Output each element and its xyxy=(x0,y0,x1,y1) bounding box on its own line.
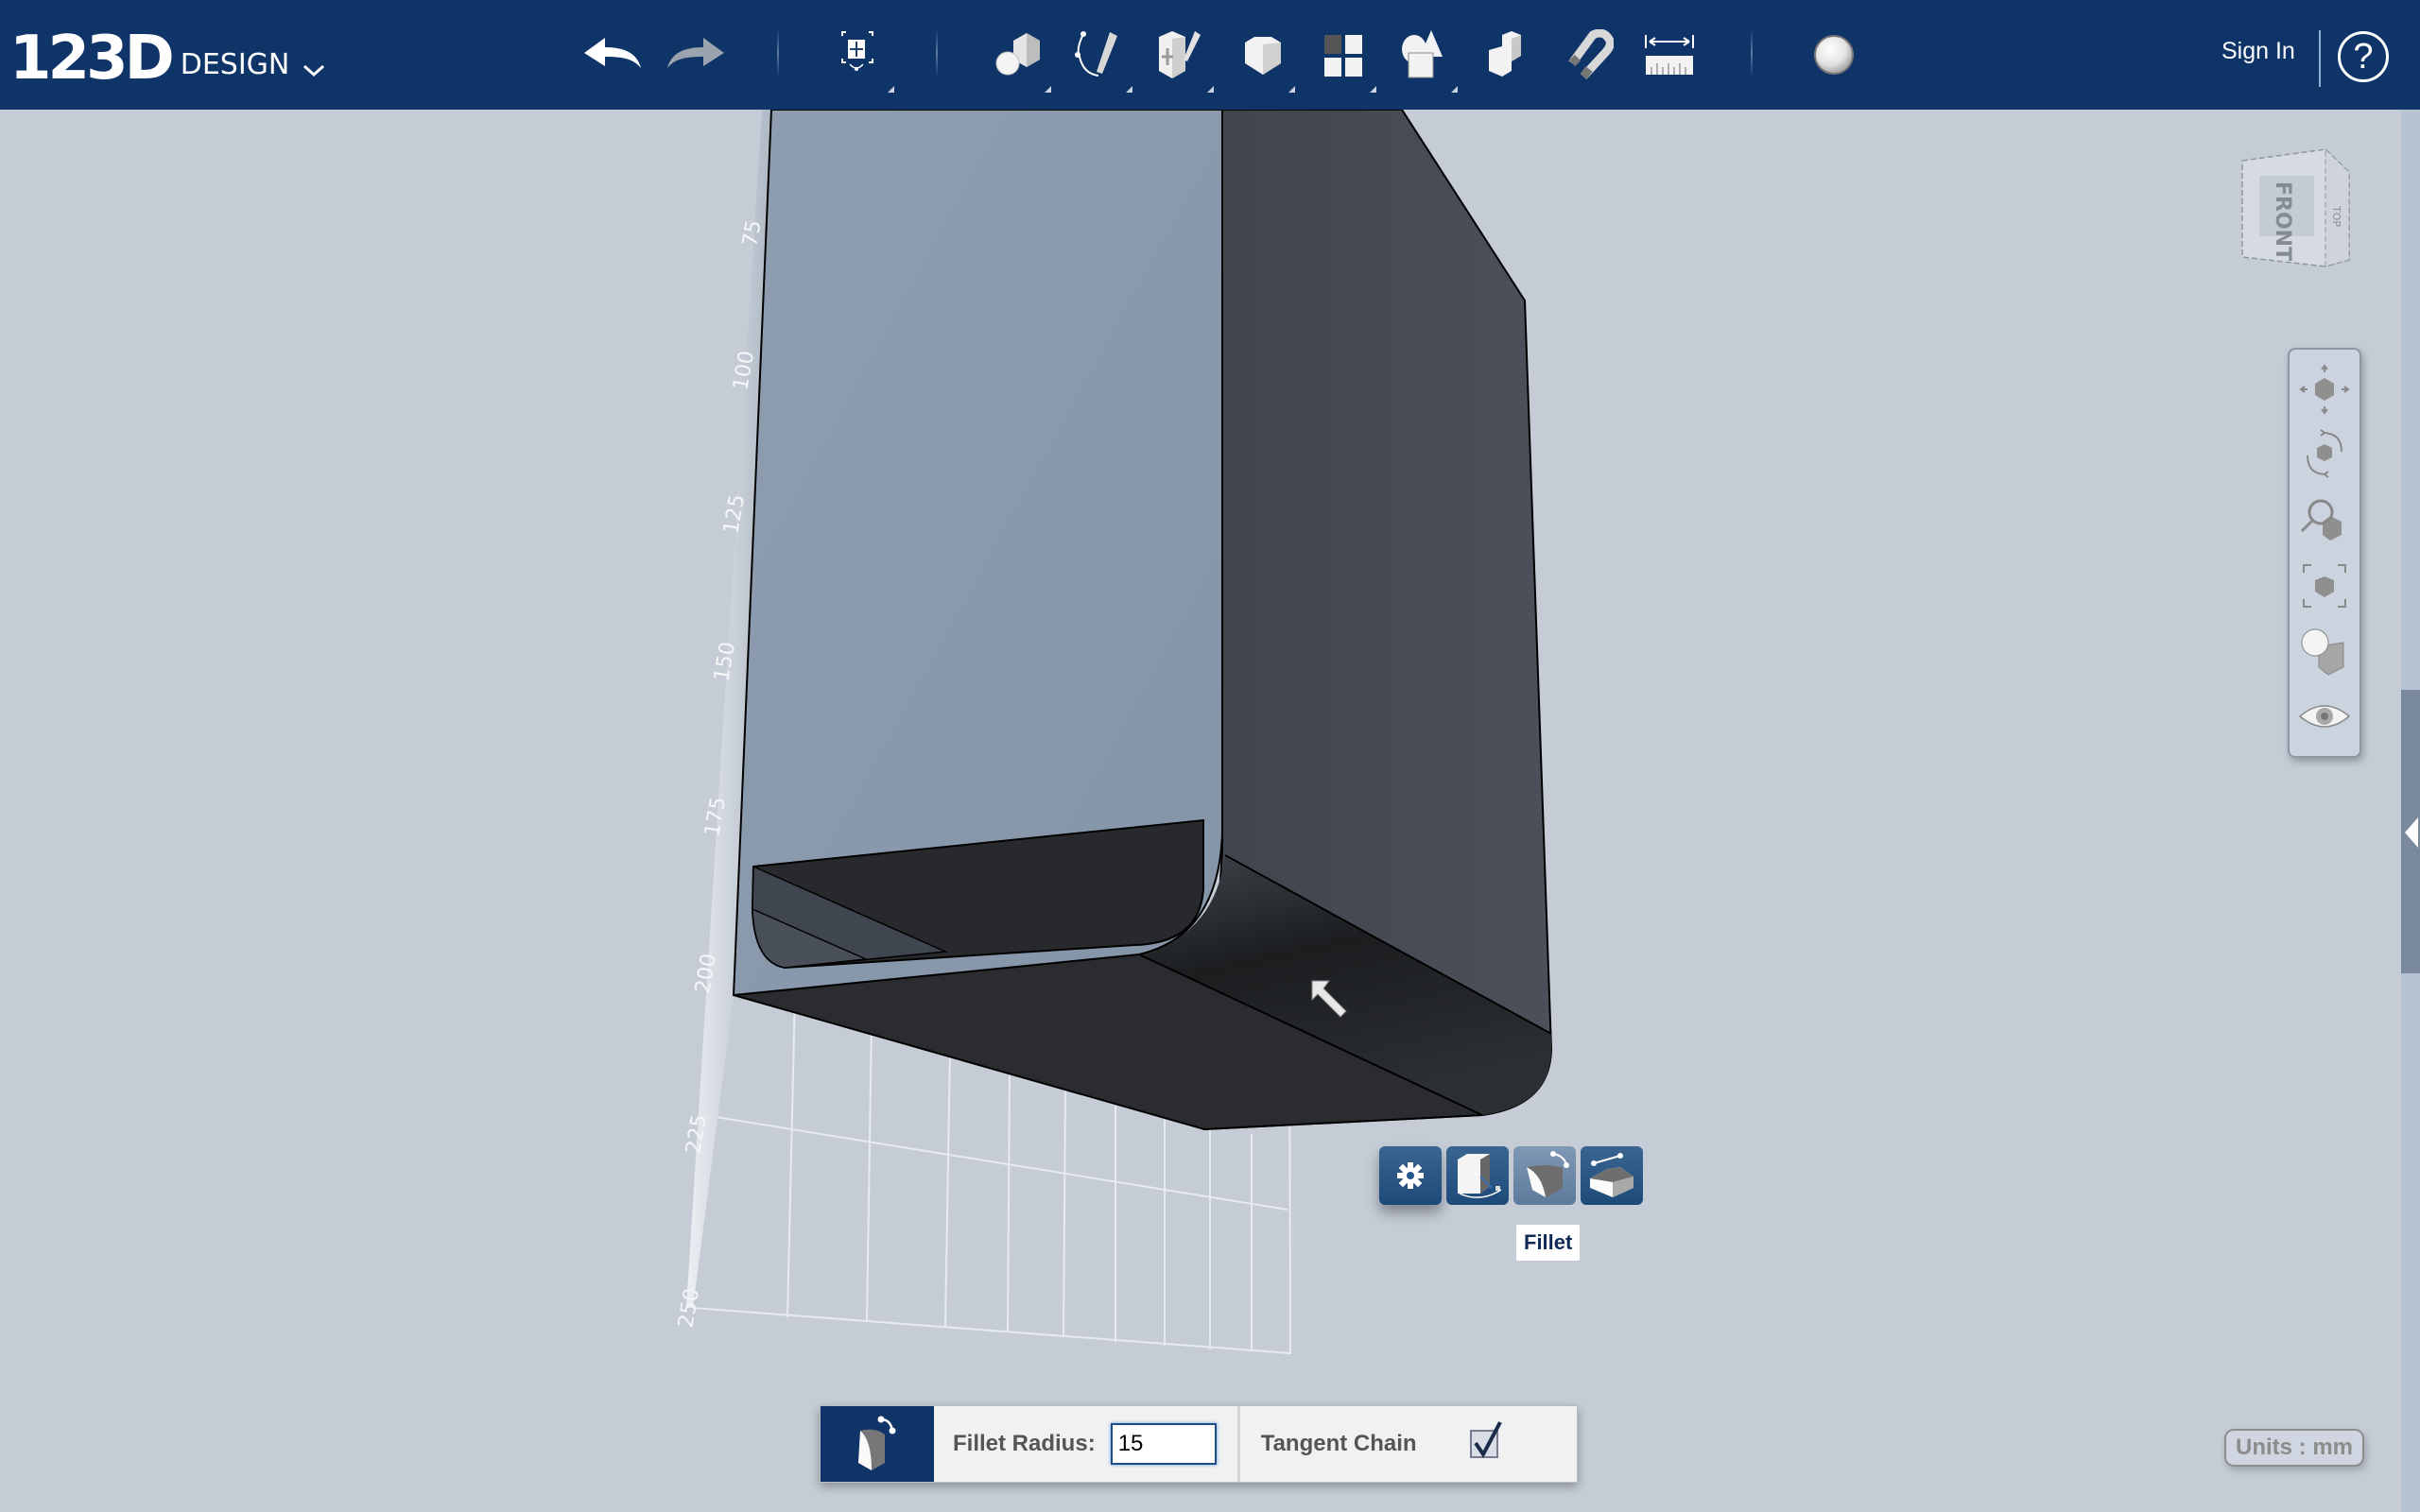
help-button[interactable]: ? xyxy=(2338,31,2389,82)
3d-viewport[interactable]: 75 100 125 150 175 200 225 250 xyxy=(0,110,2401,1512)
primitives-button[interactable] xyxy=(985,23,1053,93)
fit-button[interactable] xyxy=(2295,558,2354,614)
view-cube[interactable]: FRONT TOP xyxy=(2231,142,2363,274)
chamfer-icon xyxy=(1590,1153,1634,1197)
fillet-radius-input[interactable] xyxy=(1110,1423,1217,1465)
fillet-panel-icon-box xyxy=(821,1406,934,1482)
combine-button[interactable] xyxy=(1473,23,1541,87)
visibility-button[interactable] xyxy=(2295,688,2354,745)
redo-arrow-icon xyxy=(667,38,724,68)
chevron-down-icon xyxy=(303,64,325,77)
logo-word: DESIGN xyxy=(180,48,290,81)
construct-icon xyxy=(1159,31,1201,78)
context-toolbar xyxy=(1379,1146,1643,1205)
checkmark-icon xyxy=(1473,1421,1502,1458)
undo-arrow-icon xyxy=(584,38,641,68)
units-indicator[interactable]: Units : mm xyxy=(2224,1429,2365,1467)
view-cube-icon: FRONT TOP xyxy=(2241,147,2350,267)
panel-divider xyxy=(1236,1406,1240,1482)
pattern-icon xyxy=(1324,35,1362,77)
combine-icon xyxy=(1489,31,1521,77)
fillet-icon xyxy=(1527,1151,1569,1197)
fit-all-icon xyxy=(2303,564,2346,608)
orbit-button[interactable] xyxy=(2295,425,2354,482)
grouping-icon xyxy=(1402,30,1443,78)
fillet-options-panel: Fillet Radius: Tangent Chain xyxy=(820,1405,1578,1483)
modify-button[interactable] xyxy=(1229,23,1297,93)
orbit-icon xyxy=(2307,429,2342,478)
tangent-chain-label: Tangent Chain xyxy=(1260,1431,1417,1456)
pan-button[interactable] xyxy=(2295,361,2354,418)
tangent-chain-checkbox[interactable] xyxy=(1469,1421,1502,1458)
material-sphere-icon xyxy=(1814,35,1854,75)
modify-icon xyxy=(1245,37,1281,75)
sign-in-link[interactable]: Sign In xyxy=(2221,38,2295,65)
eye-icon xyxy=(2298,705,2351,728)
undo-button[interactable] xyxy=(579,23,647,87)
transform-icon xyxy=(841,31,873,71)
redo-button[interactable] xyxy=(662,23,730,87)
press-pull-button[interactable] xyxy=(1446,1146,1509,1205)
pan-icon xyxy=(2299,364,2350,415)
grouping-button[interactable] xyxy=(1392,23,1460,93)
visual-style-icon xyxy=(2301,628,2344,676)
ruler-label: 75 xyxy=(738,218,766,249)
gear-icon xyxy=(1397,1162,1424,1189)
view-cube-front-label[interactable]: FRONT xyxy=(2271,181,2294,261)
chamfer-button[interactable] xyxy=(1581,1146,1643,1205)
navigation-bar xyxy=(2288,348,2361,758)
header-divider xyxy=(2319,30,2321,87)
press-pull-icon xyxy=(1458,1154,1502,1198)
material-button[interactable] xyxy=(1800,23,1868,87)
toolbar-divider xyxy=(936,28,938,77)
measure-button[interactable] xyxy=(1635,23,1703,87)
zoom-magnifier-icon xyxy=(2300,499,2342,541)
fillet-icon xyxy=(858,1416,896,1470)
zoom-button[interactable] xyxy=(2295,491,2354,548)
fillet-radius-label: Fillet Radius: xyxy=(953,1431,1096,1456)
transform-button[interactable] xyxy=(828,23,896,93)
snap-button[interactable] xyxy=(1554,23,1622,87)
sketch-button[interactable] xyxy=(1066,23,1134,93)
fillet-button[interactable] xyxy=(1513,1146,1576,1205)
context-settings-button[interactable] xyxy=(1379,1146,1442,1205)
measure-ruler-icon xyxy=(1645,35,1694,75)
chevron-left-icon xyxy=(2405,817,2418,848)
app-menu-button[interactable]: 123D DESIGN xyxy=(9,13,325,89)
construct-button[interactable] xyxy=(1148,23,1216,93)
expand-panel-tab[interactable] xyxy=(2401,690,2420,973)
scene-canvas[interactable]: 75 100 125 150 175 200 225 250 xyxy=(0,110,2401,1512)
sketch-icon xyxy=(1075,31,1117,77)
snap-magnet-icon xyxy=(1568,29,1614,80)
visual-style-button[interactable] xyxy=(2295,624,2354,680)
fillet-tooltip: Fillet xyxy=(1516,1225,1581,1261)
view-cube-side-label[interactable]: TOP xyxy=(2330,205,2342,227)
primitives-icon xyxy=(995,33,1040,76)
top-toolbar: 123D DESIGN Sign In ? xyxy=(0,0,2420,110)
pattern-button[interactable] xyxy=(1310,23,1378,93)
ruler-label: 250 xyxy=(674,1286,704,1330)
toolbar-divider xyxy=(1751,28,1753,77)
toolbar-divider xyxy=(777,28,779,77)
logo-number: 123D xyxy=(9,24,175,94)
